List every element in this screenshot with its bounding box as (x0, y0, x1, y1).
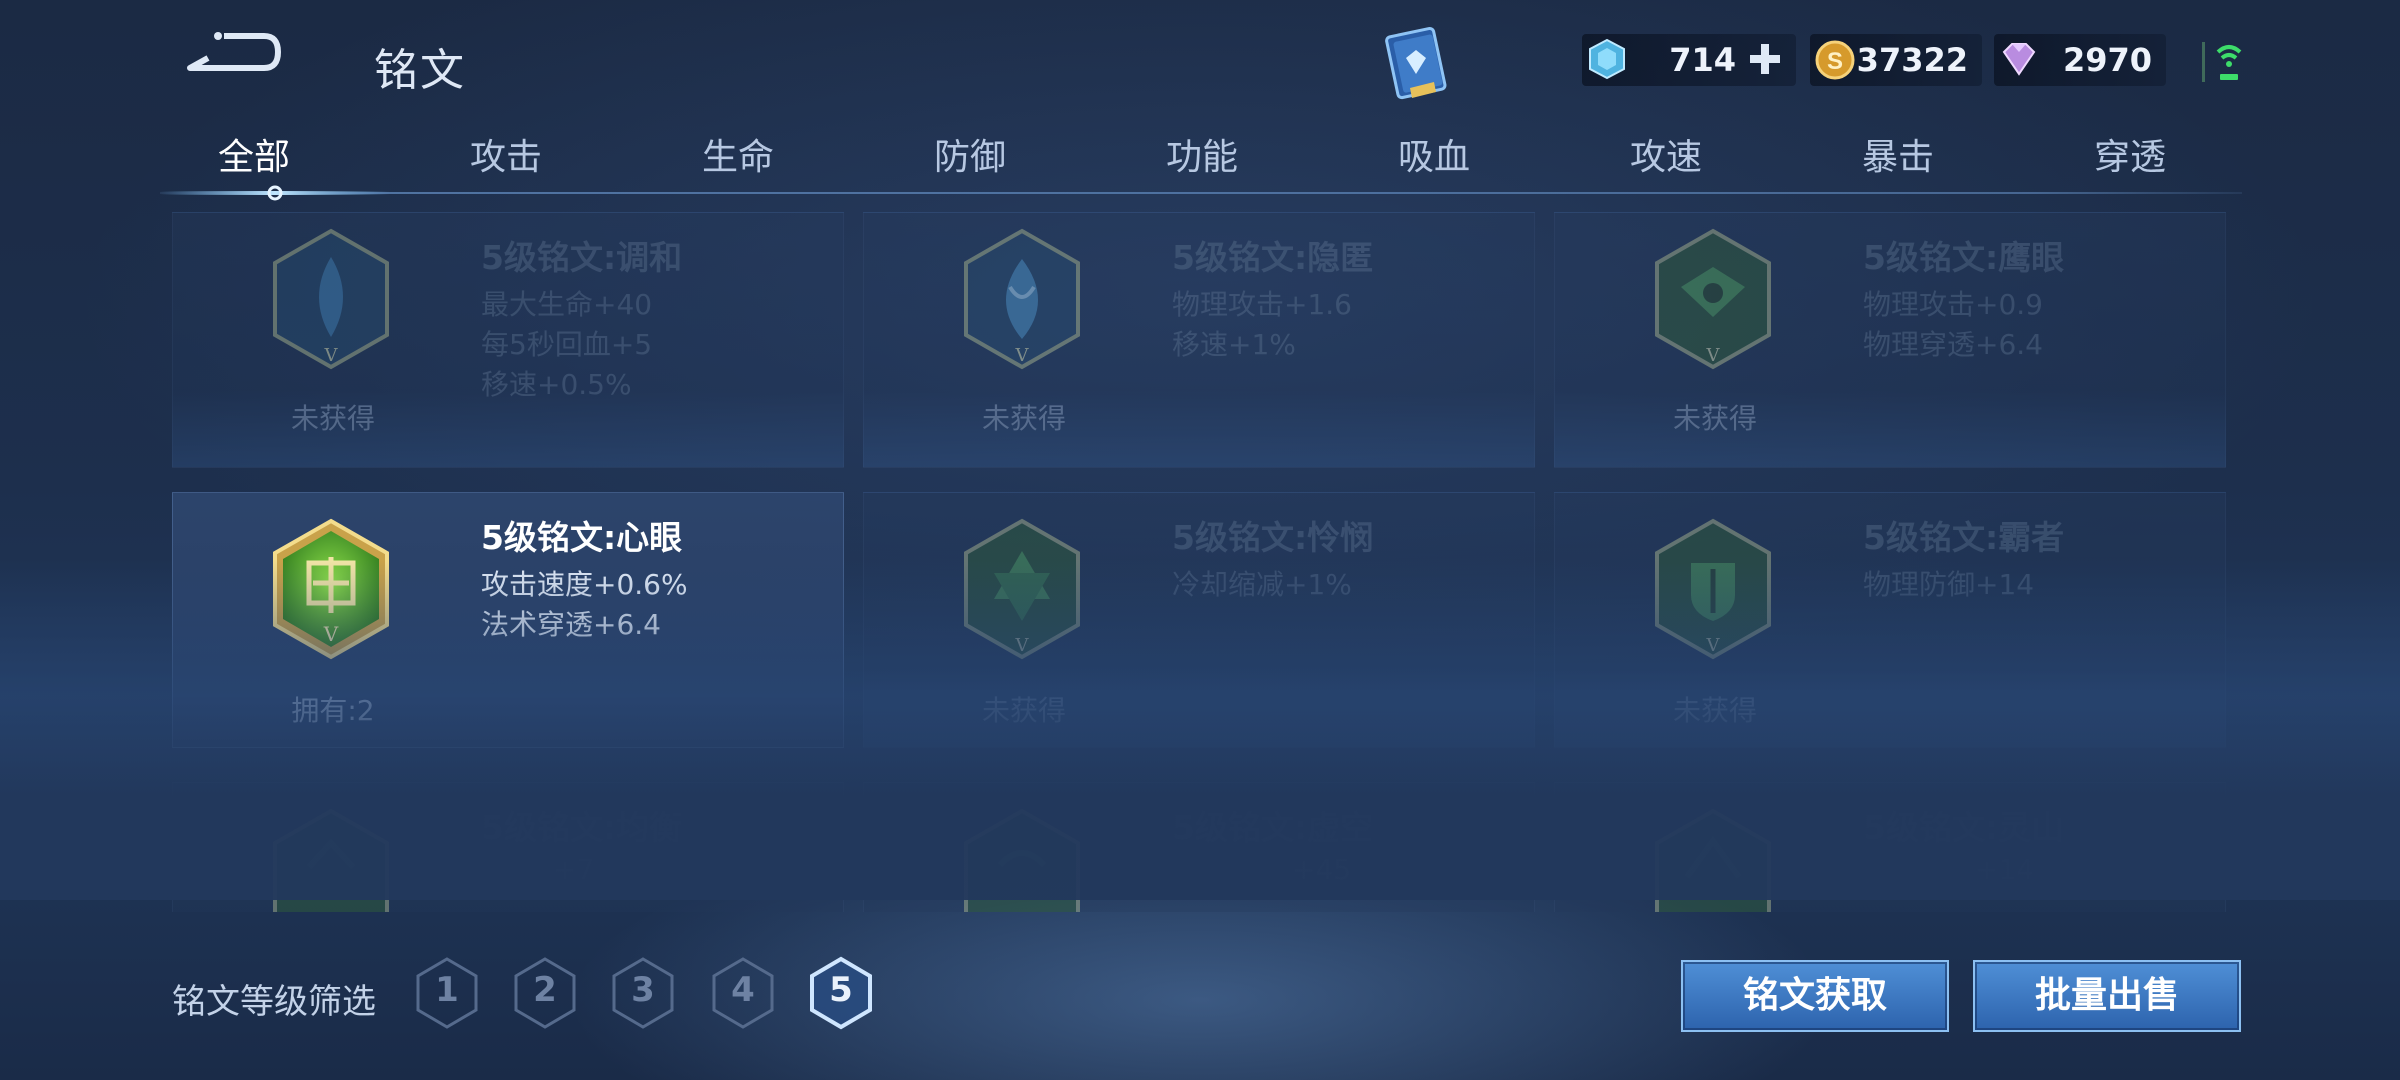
inscription-name: 5级铭文:均衡 (481, 808, 683, 847)
inscription-attr: 法术穿透+6.4 (481, 608, 661, 641)
svg-text:V: V (323, 622, 339, 646)
inscription-emblem-icon: V (964, 518, 1080, 660)
inscription-grid: V 未获得 5级铭文:调和 最大生命+40 每5秒回血+5 移速+0.5% V … (172, 212, 2226, 912)
tab-defense[interactable]: 防御 (890, 128, 1050, 180)
inscription-emblem-icon: V (273, 518, 389, 660)
inscription-attr: 移速+1% (1172, 328, 1296, 361)
gem-icon (1589, 38, 1625, 80)
gem-count: 714 (1669, 41, 1736, 79)
level-filter-4[interactable]: 4 (710, 956, 776, 1030)
inscription-attr: 最大生命+40 (481, 288, 653, 321)
inscription-name: 5级铭文:虚空 (1172, 808, 1374, 847)
inscription-card-xukong[interactable]: 5级铭文:虚空 +45 (863, 782, 1535, 912)
svg-text:V: V (1706, 345, 1721, 366)
inscription-status: 未获得 (1672, 694, 1757, 727)
svg-text:V: V (1015, 345, 1030, 366)
tab-all[interactable]: 全部 (174, 128, 334, 180)
inscription-attr: 物理防御+14 (1863, 568, 2035, 601)
tab-attack-speed[interactable]: 攻速 (1586, 128, 1746, 180)
inscription-attr: 攻击速度+0.6% (481, 568, 688, 601)
svg-text:V: V (1706, 635, 1721, 656)
tab-health[interactable]: 生命 (658, 128, 818, 180)
inscription-emblem-icon: V (1655, 518, 1771, 660)
gold-currency: S 37322 (1810, 34, 1982, 86)
inscription-card-yinni[interactable]: V 未获得 5级铭文:隐匿 物理攻击+1.6 移速+1% (863, 212, 1535, 468)
inscription-card-lianmin[interactable]: V 未获得 5级铭文:怜悯 冷却缩减+1% (863, 492, 1535, 748)
level-filter-1[interactable]: 1 (414, 956, 480, 1030)
inscription-name: 5级铭文:调和 (481, 238, 683, 277)
tab-attack[interactable]: 攻击 (426, 128, 586, 180)
obtain-inscription-button[interactable]: 铭文获取 (1681, 960, 1949, 1032)
inscription-attr: 物理穿透+6.4 (1863, 328, 2043, 361)
diamond-currency: 2970 (1994, 34, 2166, 86)
inscription-name: 5级铭文:心眼 (481, 518, 683, 557)
tab-utility[interactable]: 功能 (1122, 128, 1282, 180)
inscription-name: 5级铭文:霸者 (1863, 518, 2065, 557)
tab-penetration[interactable]: 穿透 (2050, 128, 2210, 180)
inscription-status: 未获得 (1672, 402, 1757, 435)
level-filter-2[interactable]: 2 (512, 956, 578, 1030)
inscription-attr: 物理攻击+1.6 (1172, 288, 1352, 321)
inscription-name: 5级铭文:鹰眼 (1863, 238, 2065, 277)
inscription-attr: +7 (553, 853, 595, 886)
inscription-status: 未获得 (981, 694, 1066, 727)
level-filter-5[interactable]: 5 (808, 956, 874, 1030)
inscription-name: 5级铭文:灵山 (1863, 808, 2065, 847)
back-button[interactable] (178, 28, 282, 80)
inscription-emblem-icon (273, 808, 389, 912)
inscription-emblem-icon (964, 808, 1080, 912)
inscription-card-yingyan[interactable]: V 未获得 5级铭文:鹰眼 物理攻击+0.9 物理穿透+6.4 (1554, 212, 2226, 468)
gem-currency: 714 (1582, 34, 1796, 86)
inscription-emblem-icon: V (273, 228, 389, 370)
tab-critical[interactable]: 暴击 (1818, 128, 1978, 180)
inscription-card-tiaohe[interactable]: V 未获得 5级铭文:调和 最大生命+40 每5秒回血+5 移速+0.5% (172, 212, 844, 468)
tab-divider (160, 192, 2242, 194)
tab-lifesteal[interactable]: 吸血 (1354, 128, 1514, 180)
page-title: 铭文 (374, 45, 466, 96)
svg-text:V: V (1015, 635, 1030, 656)
diamond-count: 2970 (2062, 41, 2152, 79)
wifi-signal-icon (2200, 36, 2258, 86)
inscription-card-bazhe[interactable]: V 未获得 5级铭文:霸者 物理防御+14 (1554, 492, 2226, 748)
inscription-status: 未获得 (290, 402, 375, 435)
inscription-attr: 物理攻击+0.9 (1863, 288, 2043, 321)
svg-text:S: S (1827, 48, 1843, 75)
inscription-book-icon[interactable] (1380, 24, 1456, 104)
inscription-attr: +45 (1292, 853, 1352, 886)
inscription-attr: 每5秒回血+5 (481, 328, 653, 361)
active-tab-indicator (160, 185, 390, 201)
inscription-attr: +14 (1975, 853, 2035, 886)
inscription-owned-count: 拥有:2 (291, 694, 375, 727)
bulk-sell-button[interactable]: 批量出售 (1973, 960, 2241, 1032)
inscription-emblem-icon: V (1655, 228, 1771, 370)
inscription-card-lingshan[interactable]: 5级铭文:灵山 +14 (1554, 782, 2226, 912)
inscription-name: 5级铭文:隐匿 (1172, 238, 1374, 277)
category-tabs: 全部 攻击 生命 防御 功能 吸血 攻速 暴击 穿透 (160, 128, 2240, 198)
inscription-emblem-icon: V (964, 228, 1080, 370)
inscription-emblem-icon (1655, 808, 1771, 912)
svg-text:V: V (324, 345, 339, 366)
back-arrow-icon (187, 32, 281, 71)
inscription-card-junheng[interactable]: 5级铭文:均衡 +7 (172, 782, 844, 912)
inscription-name: 5级铭文:怜悯 (1172, 518, 1374, 557)
inscription-attr: 冷却缩减+1% (1172, 568, 1352, 601)
diamond-icon (2002, 43, 2036, 76)
gold-coin-icon: S (1815, 40, 1855, 80)
inscription-status: 未获得 (981, 402, 1066, 435)
inscription-attr: 移速+0.5% (481, 368, 632, 401)
level-filter-label: 铭文等级筛选 (172, 982, 376, 1022)
inscription-card-xinyan[interactable]: V 拥有:2 5级铭文:心眼 攻击速度+0.6% 法术穿透+6.4 (172, 492, 844, 748)
add-gems-icon[interactable] (1746, 40, 1784, 78)
gold-count: 37322 (1856, 41, 1968, 79)
level-filter-3[interactable]: 3 (610, 956, 676, 1030)
